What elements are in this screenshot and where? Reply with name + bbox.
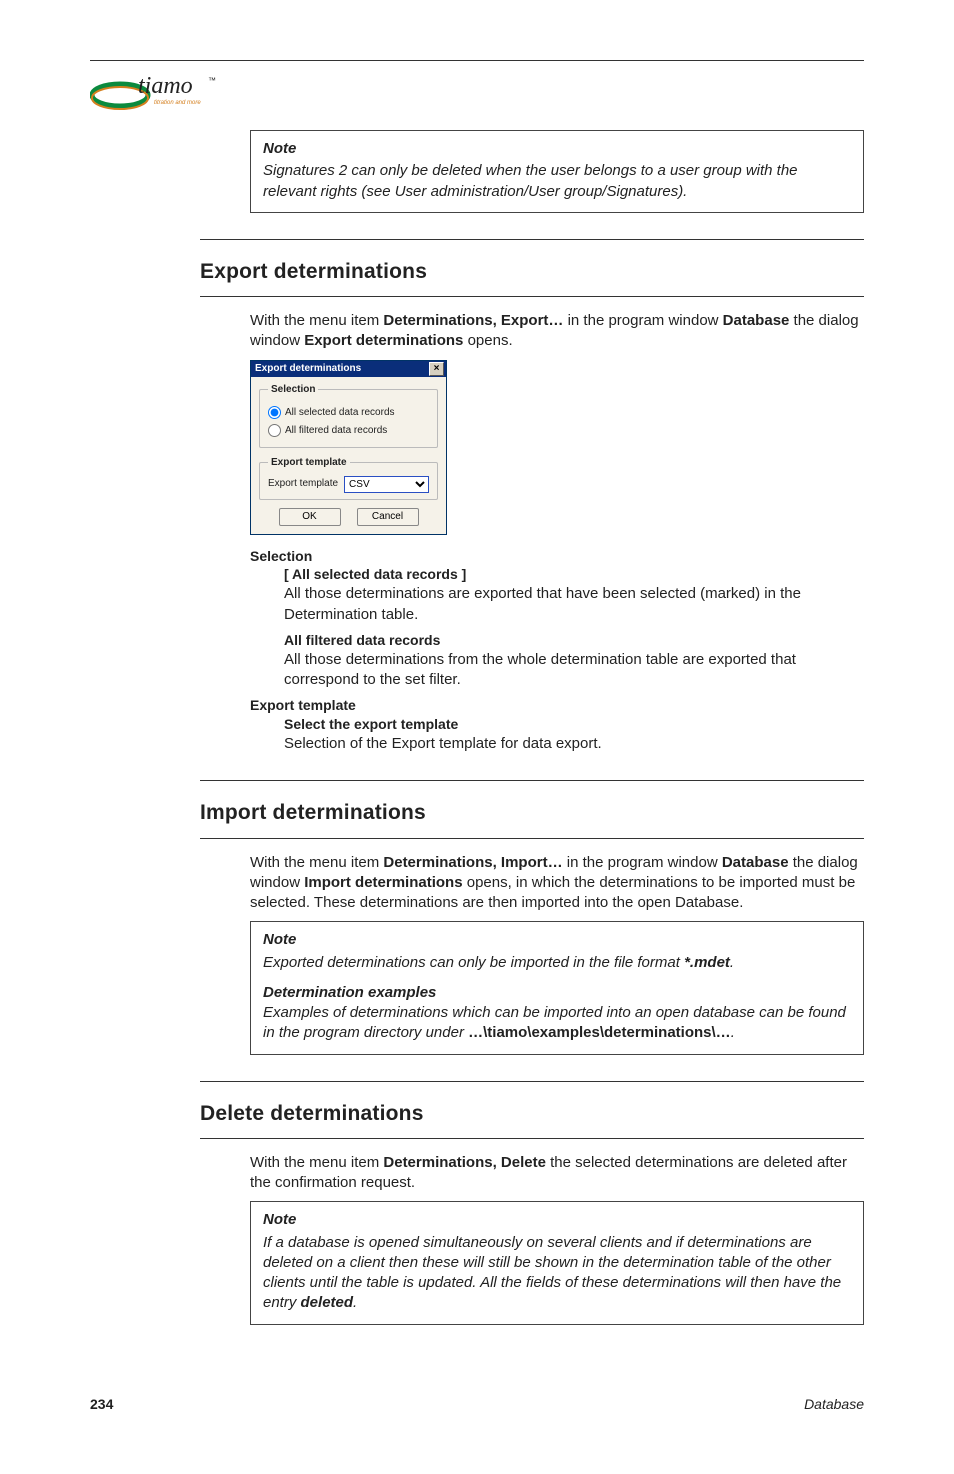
def-template-sub-title: Select the export template xyxy=(284,715,864,734)
heading-import: Import determinations xyxy=(200,799,864,827)
page-footer: 234 Database xyxy=(90,1395,864,1414)
selection-fieldset: Selection All selected data records All … xyxy=(259,383,438,449)
heading-delete: Delete determinations xyxy=(200,1100,864,1128)
page-number: 234 xyxy=(90,1395,113,1414)
note-title: Note xyxy=(263,139,851,159)
svg-text:tiamo: tiamo xyxy=(138,73,193,99)
note-signatures: Note Signatures 2 can only be deleted wh… xyxy=(250,130,864,213)
svg-text:™: ™ xyxy=(208,76,216,85)
export-intro: With the menu item Determinations, Expor… xyxy=(250,311,864,352)
ok-button[interactable]: OK xyxy=(279,508,341,526)
note-body: Signatures 2 can only be deleted when th… xyxy=(263,161,851,202)
template-select[interactable]: CSV xyxy=(344,476,429,493)
dialog-title: Export determinations xyxy=(255,362,361,376)
radio-all-selected[interactable]: All selected data records xyxy=(268,406,429,420)
footer-section: Database xyxy=(804,1395,864,1414)
radio-all-selected-input[interactable] xyxy=(268,406,281,419)
svg-text:titration and more: titration and more xyxy=(154,100,201,106)
tiamo-logo-icon: tiamo ™ titration and more xyxy=(90,67,220,112)
note-subheading: Determination examples xyxy=(263,983,851,1003)
note-title: Note xyxy=(263,930,851,950)
note-body: Exported determinations can only be impo… xyxy=(263,953,851,973)
def-selection-head: Selection xyxy=(250,547,864,566)
def-selection-sub2-title: All filtered data records xyxy=(284,631,864,650)
template-fieldset: Export template Export template CSV xyxy=(259,456,438,500)
logo: tiamo ™ titration and more xyxy=(90,67,864,112)
note-delete: Note If a database is opened simultaneou… xyxy=(250,1201,864,1324)
dialog-titlebar: Export determinations × xyxy=(251,361,446,377)
note-body: If a database is opened simultaneously o… xyxy=(263,1233,851,1314)
note-title: Note xyxy=(263,1210,851,1230)
close-icon[interactable]: × xyxy=(429,362,444,376)
delete-intro: With the menu item Determinations, Delet… xyxy=(250,1153,864,1194)
selection-legend: Selection xyxy=(268,383,318,397)
radio-all-filtered-input[interactable] xyxy=(268,424,281,437)
import-intro: With the menu item Determinations, Impor… xyxy=(250,853,864,914)
def-template-sub-body: Selection of the Export template for dat… xyxy=(284,734,864,754)
export-dialog: Export determinations × Selection All se… xyxy=(250,360,447,535)
note-body-2: Examples of determinations which can be … xyxy=(263,1003,851,1044)
template-legend: Export template xyxy=(268,456,350,470)
template-label: Export template xyxy=(268,477,338,491)
def-selection-sub1-title: [ All selected data records ] xyxy=(284,565,864,584)
cancel-button[interactable]: Cancel xyxy=(357,508,419,526)
note-import: Note Exported determinations can only be… xyxy=(250,921,864,1054)
def-template-head: Export template xyxy=(250,696,864,715)
heading-export: Export determinations xyxy=(200,258,864,286)
radio-all-filtered[interactable]: All filtered data records xyxy=(268,424,429,438)
def-selection-sub1-body: All those determinations are exported th… xyxy=(284,584,864,625)
def-selection-sub2-body: All those determinations from the whole … xyxy=(284,650,864,691)
